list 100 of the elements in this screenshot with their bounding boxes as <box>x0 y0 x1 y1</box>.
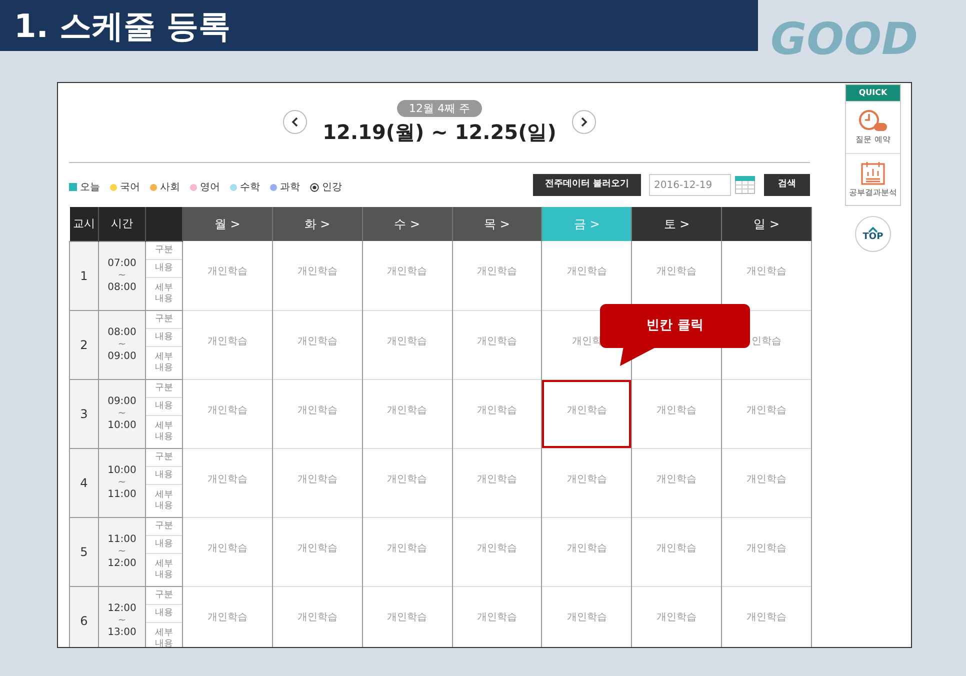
cell-text: 개인학습 <box>387 612 428 622</box>
day-tab[interactable]: 토 > <box>632 207 722 241</box>
cell-text: 개인학습 <box>477 474 517 484</box>
cell-text: 개인학습 <box>207 474 248 484</box>
field-label: 구분 <box>155 520 173 532</box>
schedule-cell[interactable]: 개인학습 <box>183 310 272 378</box>
chevron-right-icon <box>580 117 588 127</box>
period-cell: 2 <box>70 310 98 379</box>
next-week-button[interactable] <box>572 110 596 134</box>
schedule-cell[interactable]: 개인학습 <box>183 380 272 448</box>
cell-text: 개인학습 <box>656 542 697 554</box>
schedule-cell[interactable]: 개인학습 <box>272 586 362 647</box>
legend-label: 수학 <box>240 180 260 194</box>
cell-text: 개인학습 <box>297 542 338 554</box>
schedule-cell[interactable]: 개인학습 <box>183 448 272 516</box>
schedule-cell[interactable]: 개인학습 <box>632 586 722 647</box>
date-field[interactable]: 2016-12-19 <box>649 174 731 196</box>
schedule-cell[interactable]: 개인학습 <box>272 380 362 448</box>
day-tab[interactable]: 목 > <box>452 207 542 241</box>
cell-text: 개인학습 <box>566 542 607 554</box>
search-button[interactable]: 검색 <box>764 174 810 196</box>
schedule-cell[interactable]: 개인학습 <box>722 448 812 516</box>
schedule-cell[interactable]: 개인학습 <box>632 448 722 516</box>
schedule-cell[interactable]: 개인학습 <box>632 380 722 448</box>
schedule-cell[interactable]: 개인학습 <box>452 518 542 586</box>
schedule-cell[interactable]: 개인학습 <box>452 241 542 309</box>
schedule-cell[interactable]: 개인학습 <box>272 448 362 516</box>
cell-text: 개인학습 <box>746 404 787 416</box>
schedule-cell[interactable]: 개인학습 <box>722 380 812 448</box>
field-label: 내용 <box>155 608 173 618</box>
cell-text: 개인학습 <box>656 612 697 622</box>
quick-menu-item[interactable]: 질문 예약 <box>846 101 900 153</box>
end-time: 13:00 <box>108 626 136 638</box>
week-range: 12.19(월) ~ 12.25(일) <box>322 119 556 145</box>
period-cell: 4 <box>70 448 98 517</box>
day-tab[interactable]: 금 > <box>542 207 632 241</box>
legend-label: 과학 <box>280 180 300 194</box>
quick-title: QUICK <box>858 87 888 99</box>
legend-label: 인강 <box>322 180 342 194</box>
end-time: 11:00 <box>108 488 136 500</box>
top-button[interactable]: TOP <box>855 216 891 252</box>
schedule-cell[interactable]: 개인학습 <box>362 518 452 586</box>
day-tab[interactable]: 수 > <box>362 207 452 241</box>
cell-text: 개인학습 <box>477 336 517 346</box>
field-label: 내용 <box>155 538 173 550</box>
cell-text: 개인학습 <box>387 474 428 484</box>
cell-text: 개인학습 <box>656 266 697 277</box>
chevron-left-icon <box>290 117 299 127</box>
schedule-cell[interactable]: 개인학습 <box>722 518 812 586</box>
field-label: 세부 내용 <box>155 490 173 512</box>
schedule-cell[interactable]: 개인학습 <box>362 586 452 647</box>
day-tab[interactable]: 일 > <box>722 207 812 241</box>
slide-title: 1. 스케줄 등록 <box>14 6 231 46</box>
previous-week-button[interactable] <box>282 110 307 134</box>
schedule-cell[interactable]: 개인학습 <box>452 448 542 516</box>
schedule-cell[interactable]: 개인학습 <box>362 310 452 378</box>
load-previous-week-button[interactable]: 전주데이터 불러오기 <box>532 174 641 196</box>
field-label: 내용 <box>155 400 173 412</box>
schedule-cell[interactable]: 개인학습 <box>542 448 632 516</box>
schedule-cell[interactable]: 개인학습 <box>183 518 272 586</box>
schedule-cell[interactable]: 개인학습 <box>452 380 542 448</box>
schedule-cell[interactable]: 개인학습 <box>452 310 542 378</box>
schedule-cell[interactable]: 개인학습 <box>542 380 632 448</box>
cell-text: 개인학습 <box>566 612 607 622</box>
column-header: 시간 <box>98 207 146 241</box>
day-tab[interactable]: 화 > <box>272 207 362 241</box>
schedule-cell[interactable]: 개인학습 <box>362 380 452 448</box>
field-label: 구분 <box>155 314 173 324</box>
period-cell: 3 <box>70 379 98 448</box>
start-time: 10:00 <box>108 464 136 476</box>
schedule-cell[interactable]: 개인학습 <box>362 448 452 516</box>
legend-label: 영어 <box>200 180 220 194</box>
schedule-cell[interactable]: 개인학습 <box>722 586 812 647</box>
start-time: 09:00 <box>108 396 136 408</box>
schedule-cell[interactable]: 개인학습 <box>272 241 362 309</box>
schedule-cell[interactable]: 개인학습 <box>542 518 632 586</box>
field-label: 구분 <box>155 244 173 256</box>
field-label: 세부 내용 <box>155 558 173 580</box>
cell-text: 개인학습 <box>207 404 248 416</box>
cell-text: 개인학습 <box>387 266 428 277</box>
cell-text: 인학습 <box>752 336 782 346</box>
schedule-cell[interactable]: 개인학습 <box>272 518 362 586</box>
schedule-cell[interactable]: 개인학습 <box>183 586 272 647</box>
field-label: 세부 내용 <box>155 282 173 304</box>
field-label: 세부 내용 <box>155 628 173 647</box>
schedule-cell[interactable]: 개인학습 <box>183 241 272 309</box>
quick-menu-item[interactable]: 공부결과분석 <box>846 153 900 205</box>
schedule-cell[interactable]: 개인학습 <box>542 586 632 647</box>
schedule-cell[interactable]: 개인학습 <box>362 241 452 309</box>
day-tab[interactable]: 월 > <box>182 207 272 241</box>
time-separator: ~ <box>118 614 126 626</box>
schedule-cell[interactable]: 개인학습 <box>722 241 812 309</box>
schedule-cell[interactable]: 개인학습 <box>542 241 632 309</box>
start-time: 07:00 <box>108 258 136 270</box>
schedule-cell[interactable]: 개인학습 <box>272 310 362 378</box>
end-time: 10:00 <box>108 420 136 432</box>
decoration-text: GOOD <box>770 16 918 64</box>
time-separator: ~ <box>118 270 126 282</box>
schedule-cell[interactable]: 개인학습 <box>632 518 722 586</box>
schedule-cell[interactable]: 개인학습 <box>452 586 542 647</box>
